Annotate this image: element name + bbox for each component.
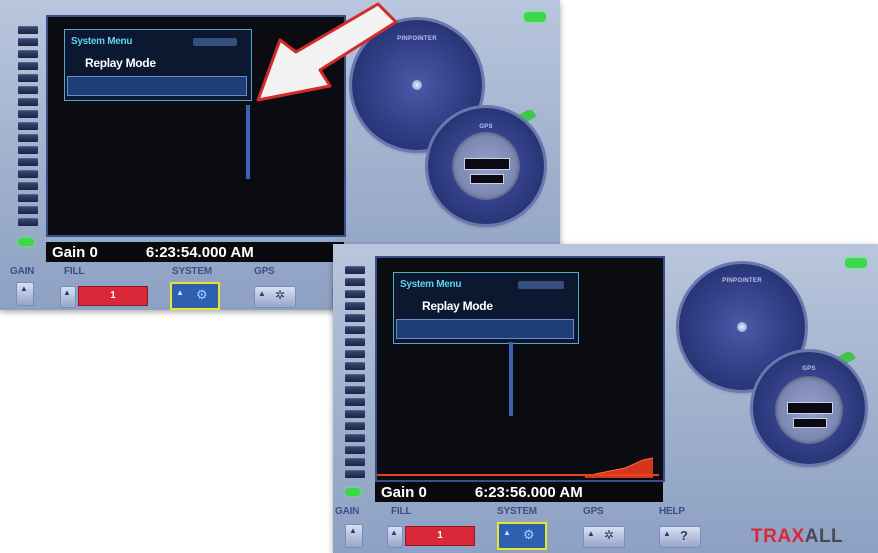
gain-button-2[interactable]: ▲ <box>345 524 363 548</box>
system-menu: System Menu Replay Mode <box>64 29 252 101</box>
gain-button[interactable]: ▲ <box>16 282 34 306</box>
system-up-icon-2: ▲ <box>503 528 511 537</box>
battery-led <box>524 12 546 22</box>
gain-readout: Gain 0 <box>52 243 98 261</box>
traxall-logo: TRAXALL <box>751 526 844 547</box>
fill-button-2[interactable]: 1 <box>405 526 475 546</box>
gain-tool-label-2: GAIN <box>335 506 360 517</box>
gps-readout-2 <box>470 174 504 184</box>
help-button-2[interactable]: ▲ ? <box>659 526 701 548</box>
gain-led-2 <box>345 488 361 496</box>
gps-button-2[interactable]: ▲ ✲ <box>583 526 625 548</box>
menu-title: System Menu <box>71 36 133 47</box>
gps-readout-2a <box>787 402 833 414</box>
question-icon: ? <box>680 528 688 543</box>
menu-scrollbar[interactable] <box>246 105 250 179</box>
screen-2: System Menu Replay Mode Gain 0 6:23:56.0… <box>333 244 878 553</box>
signal-led-bar <box>18 26 38 230</box>
system-tool-label-2: SYSTEM <box>497 506 537 517</box>
gps-tool-label-2: GPS <box>583 506 604 517</box>
gps-button[interactable]: ▲ ✲ <box>254 286 296 308</box>
satellite-icon-2: ✲ <box>604 528 615 542</box>
system-up-icon: ▲ <box>176 288 184 297</box>
fill-tool-label: FILL <box>64 266 85 277</box>
gps-face-2 <box>775 376 843 444</box>
system-tool-label: SYSTEM <box>172 266 212 277</box>
gain-readout-2: Gain 0 <box>381 483 427 501</box>
menu-item-replay-mode[interactable]: Replay Mode <box>85 56 156 70</box>
satellite-icon: ✲ <box>275 288 286 302</box>
battery-led-2 <box>845 258 867 268</box>
gain-led <box>18 238 34 246</box>
menu-item-replay-mode-2[interactable]: Replay Mode <box>422 299 493 313</box>
menu-title-pill-2 <box>518 281 564 289</box>
gps-tool-label: GPS <box>254 266 275 277</box>
fill-up-button-2[interactable]: ▲ <box>387 526 403 548</box>
system-button[interactable]: ▲ ⚙ <box>170 282 220 310</box>
pointer-arrow <box>256 2 398 102</box>
pinpointer-hub <box>412 80 422 90</box>
status-bar-2: Gain 0 6:23:56.000 AM <box>375 482 663 502</box>
gear-icon: ⚙ <box>196 287 208 302</box>
fill-tool-label-2: FILL <box>391 506 412 517</box>
status-bar: Gain 0 6:23:54.000 AM <box>46 242 344 262</box>
system-menu-2: System Menu Replay Mode <box>393 272 579 344</box>
baseline <box>377 474 659 476</box>
pinpointer-label-2: PINPOINTER <box>722 278 762 284</box>
pinpointer-hub-2 <box>737 322 747 332</box>
fill-up-button[interactable]: ▲ <box>60 286 76 308</box>
time-readout: 6:23:54.000 AM <box>145 243 254 261</box>
menu-selected-row-2[interactable] <box>396 319 574 339</box>
menu-scrollbar-2[interactable] <box>509 342 513 416</box>
radar-display-2: System Menu Replay Mode <box>375 256 665 482</box>
gps-dial-2: GPS <box>753 352 865 464</box>
signal-led-bar-2 <box>345 266 365 482</box>
system-button-2[interactable]: ▲ ⚙ <box>497 522 547 550</box>
time-readout-2: 6:23:56.000 AM <box>474 483 583 501</box>
gps-dial: GPS <box>428 108 544 224</box>
gain-tool-label: GAIN <box>10 266 35 277</box>
gps-readout-1 <box>464 158 510 170</box>
menu-title-pill <box>193 38 237 46</box>
menu-selected-row[interactable] <box>67 76 247 96</box>
help-tool-label-2: HELP <box>659 506 685 517</box>
fill-button[interactable]: 1 <box>78 286 148 306</box>
gps-label-2: GPS <box>802 366 816 372</box>
gps-readout-2b <box>793 418 827 428</box>
gps-face <box>452 132 520 200</box>
gps-label: GPS <box>479 124 493 130</box>
gear-icon-2: ⚙ <box>523 527 535 542</box>
menu-title-2: System Menu <box>400 279 462 290</box>
